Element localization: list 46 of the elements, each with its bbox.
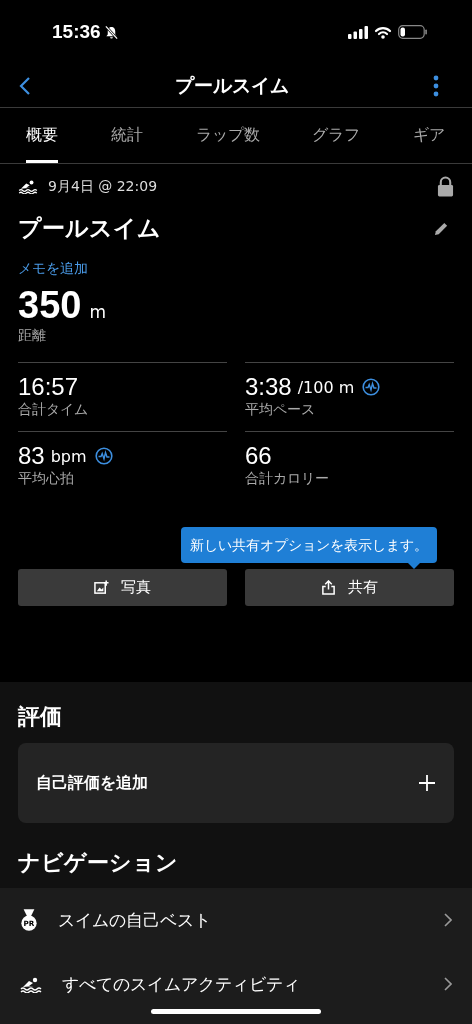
nav-list-item[interactable]: PR スイムの自己ベスト (0, 888, 472, 952)
pulse-icon[interactable] (362, 378, 381, 396)
metric-label: 平均ペース (245, 401, 316, 419)
metric-value: 83 (18, 442, 45, 470)
metric-unit: /100 m (297, 377, 355, 397)
distance-unit: m (89, 302, 106, 322)
chevron-icon (444, 977, 452, 991)
battery-icon (398, 25, 428, 39)
metric-label: 合計カロリー (245, 470, 330, 488)
clock-time: 15:36 (52, 21, 101, 43)
chevron-icon (444, 913, 452, 927)
tab[interactable]: 統計 (110, 108, 143, 163)
share-button[interactable]: 共有 (245, 569, 454, 606)
activity-title: プールスイム (18, 214, 161, 243)
metric-value: 66 (245, 442, 272, 470)
plus-icon (419, 775, 435, 791)
screen-title: プールスイム (175, 72, 289, 98)
section-heading: 評価 (18, 703, 63, 731)
tab[interactable]: ギア (413, 108, 445, 163)
add-note-link[interactable]: メモを追加 (18, 260, 88, 278)
tab[interactable]: 概要 (26, 108, 58, 163)
add-rating-row[interactable]: 自己評価を追加 (18, 743, 454, 823)
distance-value: 350 (18, 284, 82, 327)
tab[interactable]: グラフ (312, 108, 361, 163)
metric-value: 3:38 (245, 373, 292, 401)
metric-unit: bpm (50, 446, 87, 466)
more-icon[interactable] (433, 74, 439, 97)
nav-list-item[interactable]: すべてのスイムアクティビティ (0, 952, 472, 1016)
pulse-icon[interactable] (94, 447, 113, 465)
tab[interactable]: ラップ数 (195, 108, 260, 163)
add-photo-icon (94, 580, 109, 595)
back-icon[interactable] (19, 75, 31, 96)
share-icon (321, 580, 336, 595)
activity-date: 9月4日 @ 22:09 (48, 177, 158, 196)
metric-label: 合計タイム (18, 401, 89, 419)
swimmer-icon (18, 179, 38, 194)
pencil-icon[interactable] (434, 221, 449, 236)
distance-label: 距離 (18, 327, 47, 345)
photo-button[interactable]: 写真 (18, 569, 227, 606)
tooltip-text: 新しい共有オプションを表示します。 (190, 537, 428, 553)
metric-label: 平均心拍 (18, 470, 75, 488)
metric-value: 16:57 (18, 373, 79, 401)
wifi-icon (374, 25, 392, 39)
swimmer-icon (20, 975, 42, 993)
signal-icon (348, 25, 368, 39)
section-heading: ナビゲーション (18, 849, 179, 877)
